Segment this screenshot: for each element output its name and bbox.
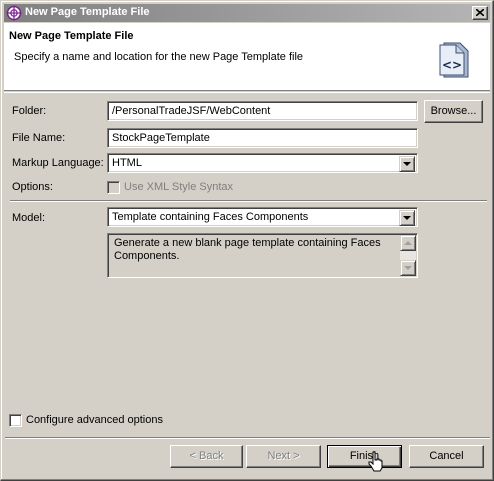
chevron-up-icon bbox=[404, 241, 412, 245]
markup-language-value: HTML bbox=[112, 157, 142, 169]
model-description-box: Generate a new blank page template conta… bbox=[107, 233, 418, 278]
model-value: Template containing Faces Components bbox=[112, 211, 309, 223]
model-description: Generate a new blank page template conta… bbox=[114, 237, 381, 262]
markup-language-select[interactable]: HTML bbox=[107, 153, 418, 173]
chevron-down-icon bbox=[403, 216, 411, 220]
back-button[interactable]: < Back bbox=[170, 445, 243, 468]
finish-button[interactable]: Finish bbox=[327, 445, 402, 468]
description-scrollbar[interactable] bbox=[400, 235, 416, 276]
footer-divider bbox=[5, 437, 490, 439]
model-label: Model: bbox=[12, 212, 46, 224]
chevron-down-icon bbox=[404, 266, 412, 270]
mouse-cursor-icon bbox=[368, 451, 383, 472]
window-title: New Page Template File bbox=[25, 6, 150, 18]
chevron-down-icon bbox=[403, 162, 411, 166]
file-name-field[interactable]: StockPageTemplate bbox=[107, 128, 418, 148]
section-divider bbox=[10, 200, 487, 202]
advanced-options-label: Configure advanced options bbox=[26, 414, 163, 426]
close-icon bbox=[476, 9, 484, 16]
scroll-up-button[interactable] bbox=[400, 235, 416, 251]
folder-field[interactable]: /PersonalTradeJSF/WebContent bbox=[107, 101, 418, 121]
cancel-button[interactable]: Cancel bbox=[409, 445, 484, 468]
banner-description: Specify a name and location for the new … bbox=[14, 51, 304, 63]
close-button[interactable] bbox=[472, 6, 488, 20]
banner-title: New Page Template File bbox=[9, 30, 134, 42]
folder-value: /PersonalTradeJSF/WebContent bbox=[112, 105, 271, 117]
xml-style-label: Use XML Style Syntax bbox=[124, 181, 234, 193]
scroll-down-button[interactable] bbox=[400, 260, 416, 276]
model-select[interactable]: Template containing Faces Components bbox=[107, 207, 418, 227]
markup-language-label: Markup Language: bbox=[12, 157, 104, 169]
svg-text:<>: <> bbox=[442, 58, 462, 72]
options-label: Options: bbox=[12, 181, 53, 193]
file-name-value: StockPageTemplate bbox=[112, 132, 210, 144]
next-button[interactable]: Next > bbox=[246, 445, 321, 468]
file-name-label: File Name: bbox=[12, 132, 66, 144]
wizard-banner: New Page Template File Specify a name an… bbox=[4, 23, 490, 91]
xml-style-checkbox[interactable] bbox=[107, 181, 120, 194]
markup-language-dropdown-button[interactable] bbox=[399, 156, 415, 172]
browse-button[interactable]: Browse... bbox=[424, 100, 483, 123]
model-dropdown-button[interactable] bbox=[399, 210, 415, 226]
app-logo-icon bbox=[6, 5, 22, 21]
new-page-template-dialog: New Page Template File New Page Template… bbox=[0, 0, 494, 481]
title-bar[interactable]: New Page Template File bbox=[4, 4, 490, 22]
banner-separator bbox=[4, 92, 490, 93]
folder-label: Folder: bbox=[12, 105, 47, 117]
page-template-icon: <> bbox=[439, 42, 469, 78]
advanced-options-checkbox[interactable] bbox=[9, 414, 22, 427]
